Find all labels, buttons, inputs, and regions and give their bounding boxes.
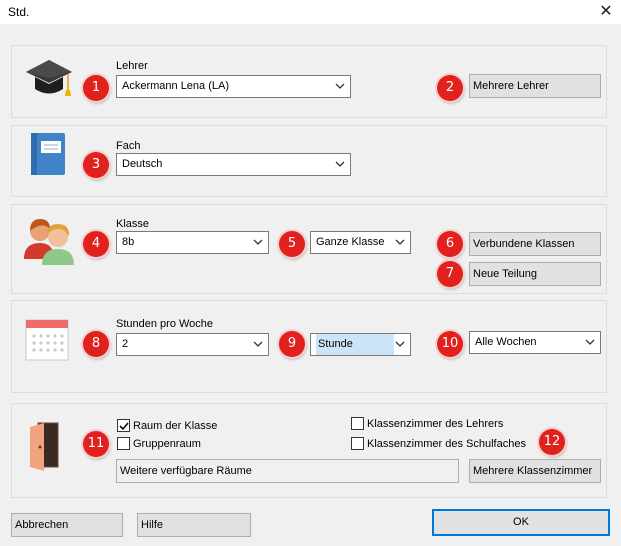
available-rooms-field[interactable]: Weitere verfügbare Räume (116, 459, 459, 483)
hours-group: Stunden pro Woche 8 2 9 Stunde 10 Alle W… (11, 300, 607, 393)
close-button[interactable]: ✕ (591, 0, 621, 24)
group-room-checkbox[interactable] (117, 437, 130, 450)
weeks-select[interactable]: Alle Wochen (469, 331, 601, 354)
help-button[interactable]: Hilfe (137, 513, 251, 537)
window-title: Std. (8, 5, 30, 19)
chevron-down-icon (253, 341, 263, 347)
chevron-down-icon (335, 161, 345, 167)
multi-teacher-badge: 2 (437, 75, 463, 101)
linked-classes-button[interactable]: Verbundene Klassen (469, 232, 601, 256)
teacher-select[interactable]: Ackermann Lena (LA) (116, 75, 351, 98)
teacher-group: Lehrer 1 Ackermann Lena (LA) 2 Mehrere L… (11, 45, 607, 118)
more-rooms-button[interactable]: Mehrere Klassenzimmer (469, 459, 601, 483)
new-split-button[interactable]: Neue Teilung (469, 262, 601, 286)
hours-badge: 8 (83, 331, 109, 357)
teacher-room-label: Klassenzimmer des Lehrers (367, 418, 504, 430)
weeks-select-value: Alle Wochen (475, 336, 537, 348)
subject-select-value: Deutsch (122, 158, 163, 170)
title-bar: Std. ✕ (0, 0, 621, 24)
chevron-down-icon (253, 239, 263, 245)
subject-room-label: Klassenzimmer des Schulfaches (367, 438, 526, 450)
chevron-down-icon (395, 341, 405, 347)
subject-label: Fach (116, 140, 141, 152)
linked-classes-badge: 6 (437, 231, 463, 257)
class-part-badge: 5 (279, 231, 305, 257)
class-group: Klasse 4 8b 5 Ganze Klasse 6 Verbundene … (11, 204, 607, 294)
teacher-room-checkbox[interactable] (351, 417, 364, 430)
more-rooms-badge: 12 (539, 429, 565, 455)
group-room-label: Gruppenraum (133, 438, 201, 450)
multi-teacher-button[interactable]: Mehrere Lehrer (469, 74, 601, 98)
class-select-value: 8b (122, 236, 135, 248)
ok-button[interactable]: OK (432, 509, 610, 536)
class-room-checkbox[interactable] (117, 419, 130, 432)
subject-group: Fach 3 Deutsch (11, 125, 607, 197)
chevron-down-icon (585, 339, 595, 345)
teacher-label: Lehrer (116, 60, 148, 72)
graduation-cap-icon (26, 60, 72, 96)
class-label: Klasse (116, 218, 150, 230)
calendar-icon (25, 319, 69, 361)
chevron-down-icon (395, 239, 405, 245)
subject-select[interactable]: Deutsch (116, 153, 351, 176)
class-select[interactable]: 8b (116, 231, 269, 254)
rooms-badge: 11 (83, 431, 109, 457)
students-icon (24, 219, 74, 265)
chevron-down-icon (335, 83, 345, 89)
subject-badge: 3 (83, 152, 109, 178)
hours-label: Stunden pro Woche (116, 318, 214, 330)
teacher-select-value: Ackermann Lena (LA) (122, 80, 229, 92)
hours-select-value: 2 (122, 338, 129, 350)
class-part-select-value: Ganze Klasse (316, 236, 385, 248)
hour-unit-select-value: Stunde (316, 334, 394, 355)
door-icon (30, 422, 59, 471)
book-icon (31, 133, 65, 175)
hour-unit-select[interactable]: Stunde (310, 333, 411, 356)
cancel-button[interactable]: Abbrechen (11, 513, 123, 537)
subject-room-checkbox[interactable] (351, 437, 364, 450)
class-room-label: Raum der Klasse (133, 420, 218, 432)
weeks-badge: 10 (437, 331, 463, 357)
check-icon (119, 422, 129, 431)
class-badge: 4 (83, 231, 109, 257)
hour-unit-badge: 9 (279, 331, 305, 357)
teacher-badge: 1 (83, 75, 109, 101)
new-split-badge: 7 (437, 261, 463, 287)
hours-select[interactable]: 2 (116, 333, 269, 356)
rooms-group: 11 Raum der Klasse Gruppenraum Klassenzi… (11, 403, 607, 498)
class-part-select[interactable]: Ganze Klasse (310, 231, 411, 254)
